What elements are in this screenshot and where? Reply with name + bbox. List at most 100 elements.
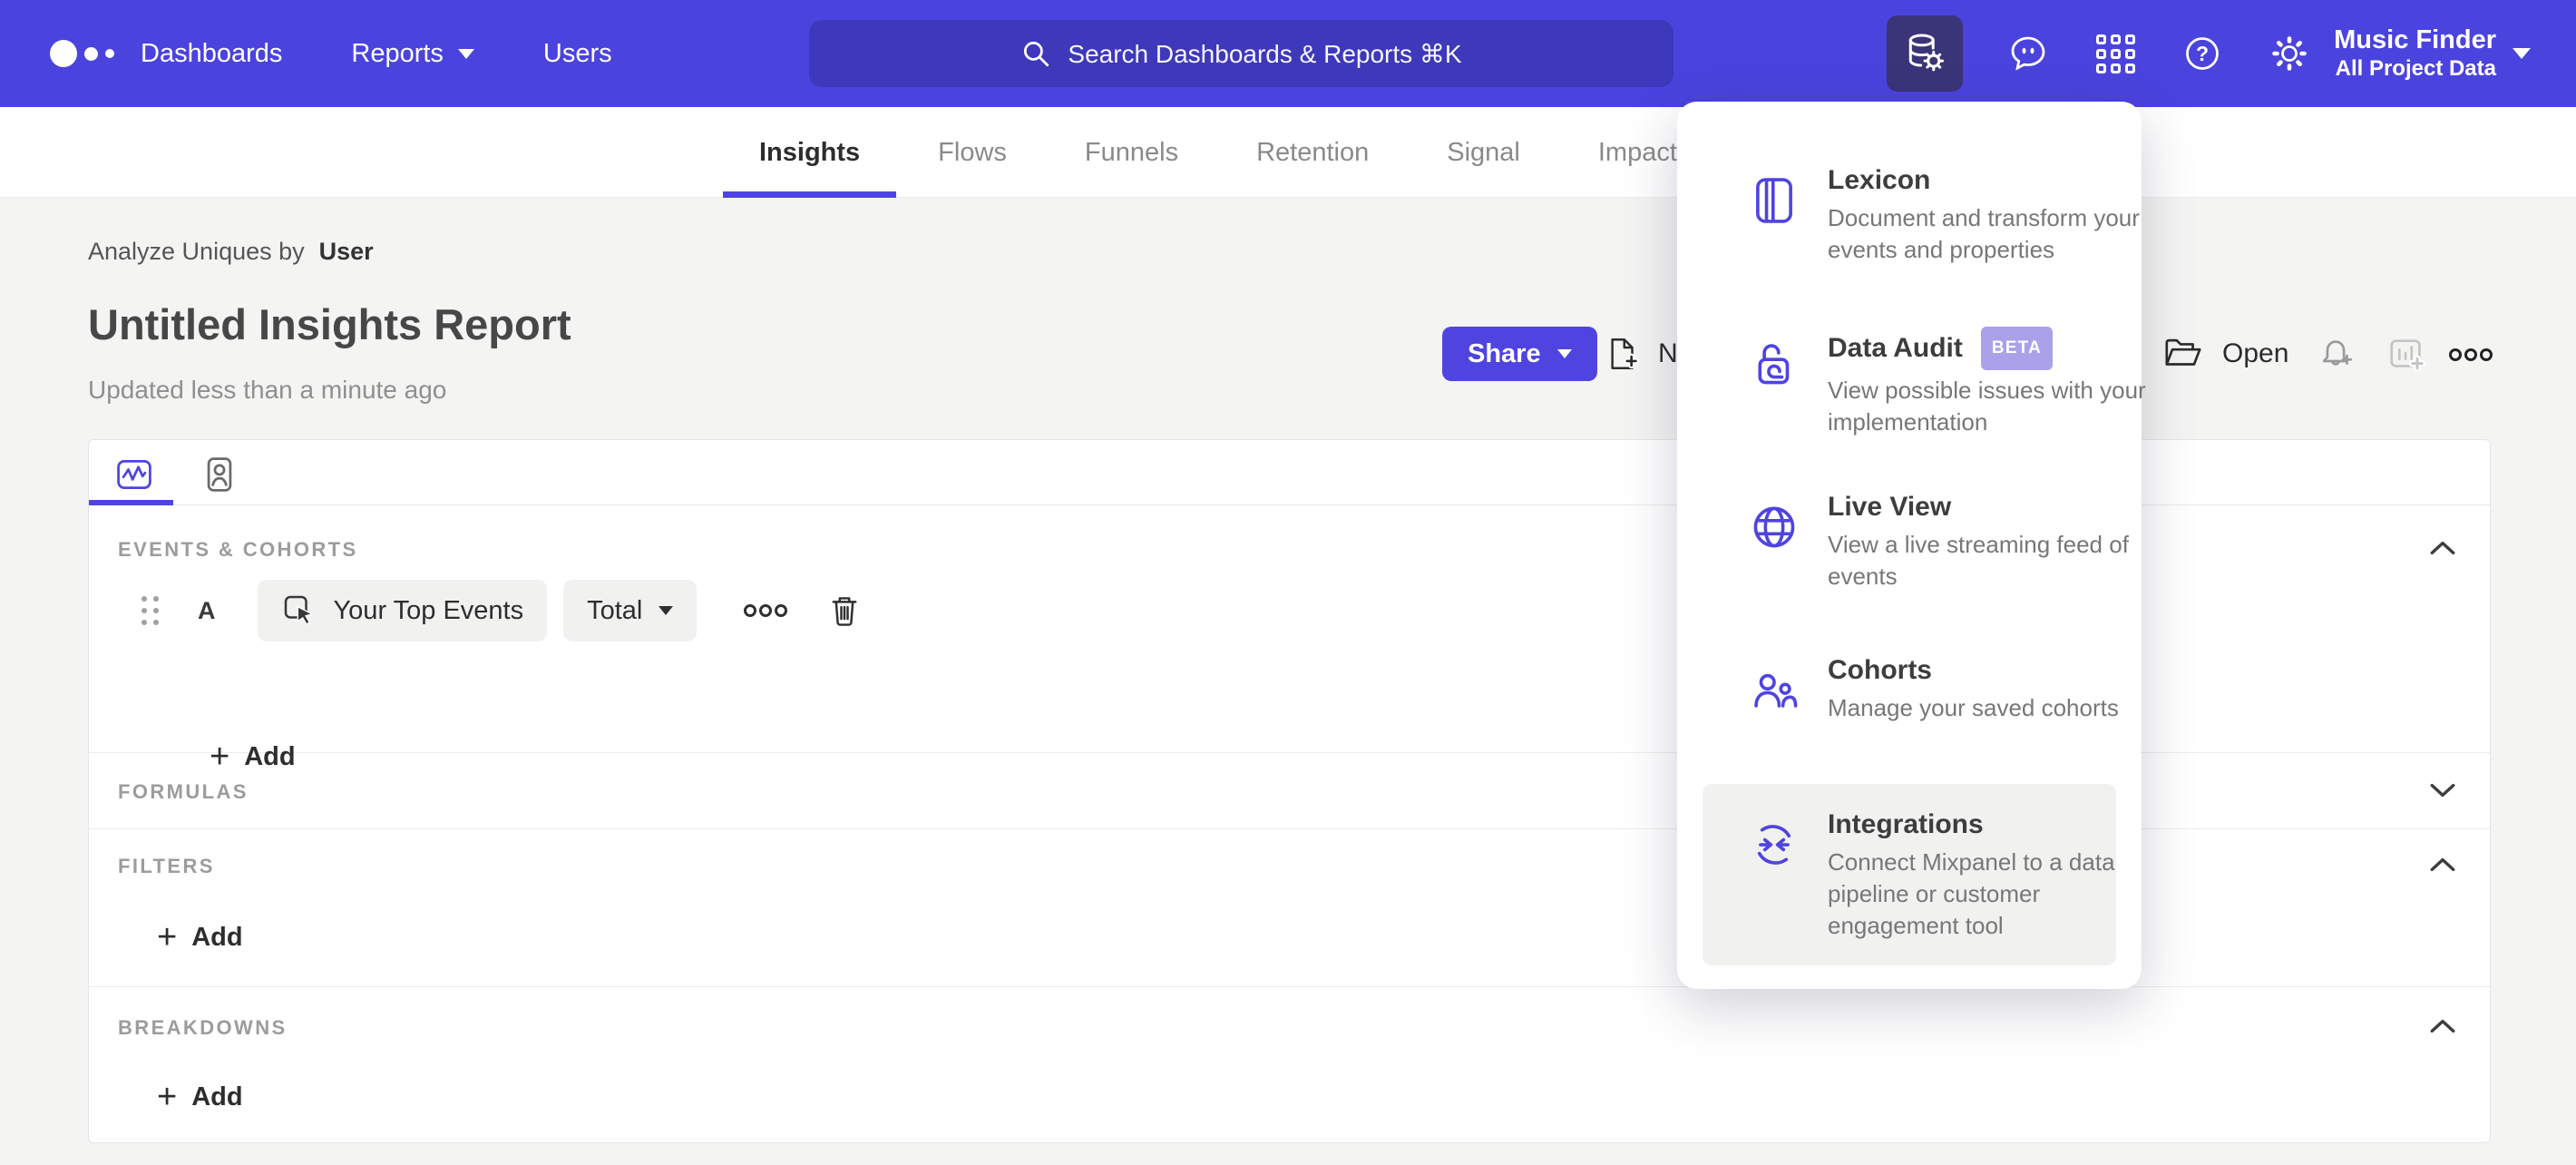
chevron-down-icon <box>2513 48 2531 59</box>
more-options-icon[interactable] <box>2449 348 2493 361</box>
share-button[interactable]: Share <box>1442 327 1597 381</box>
menu-item-cohorts[interactable]: Cohorts Manage your saved cohorts <box>1748 653 2147 724</box>
beta-badge: BETA <box>1980 327 2054 370</box>
menu-item-integrations[interactable]: Integrations Connect Mixpanel to a data … <box>1703 784 2116 965</box>
tab-events-metrics[interactable] <box>114 455 154 494</box>
event-row-letter: A <box>198 596 216 624</box>
plus-icon: + <box>157 918 178 956</box>
integrations-icon <box>1757 825 1791 865</box>
tab-signal[interactable]: Signal <box>1447 107 1520 198</box>
collapse-section-icon[interactable] <box>2428 538 2457 558</box>
more-dot <box>775 604 788 617</box>
report-title[interactable]: Untitled Insights Report <box>88 299 571 349</box>
section-label: EVENTS & COHORTS <box>118 538 358 561</box>
more-dot <box>759 604 773 617</box>
add-filter-button[interactable]: + Add <box>157 920 243 955</box>
menu-item-text: Data Audit BETA View possible issues wit… <box>1828 327 2147 438</box>
nav-link-label: Users <box>542 38 612 68</box>
project-names: Music Finder All Project Data <box>2334 24 2496 83</box>
logo-dot <box>105 49 114 58</box>
project-scope: All Project Data <box>2335 56 2496 81</box>
event-row: A Your Top Events Total <box>141 580 864 641</box>
tab-profiles[interactable] <box>200 455 239 494</box>
menu-item-data-audit[interactable]: Data Audit BETA View possible issues wit… <box>1748 327 2147 438</box>
nav-link-dashboards[interactable]: Dashboards <box>141 39 282 69</box>
mixpanel-logo[interactable] <box>50 0 114 107</box>
menu-item-live-view[interactable]: Live View View a live streaming feed of … <box>1748 490 2147 592</box>
menu-item-text: Lexicon Document and transform your even… <box>1828 163 2147 266</box>
svg-text:?: ? <box>2196 42 2209 65</box>
apps-grid-icon[interactable] <box>2093 32 2137 75</box>
analyze-label: Analyze Uniques by <box>88 238 305 265</box>
menu-item-content: Integrations Connect Mixpanel to a data … <box>1748 808 2136 942</box>
menu-item-desc: Manage your saved cohorts <box>1828 694 2119 721</box>
chevron-down-icon <box>1556 349 1572 358</box>
project-selector[interactable]: Music Finder All Project Data <box>2334 0 2531 107</box>
event-name: Your Top Events <box>333 595 524 625</box>
nav-link-reports[interactable]: Reports <box>351 39 474 69</box>
question-glyph: ? <box>2186 37 2219 70</box>
analyze-value[interactable]: User <box>319 238 374 266</box>
add-to-dashboard-icon[interactable] <box>2386 334 2427 376</box>
pulse-chart-icon <box>117 459 151 490</box>
tab-label: Impact <box>1597 137 1677 167</box>
gear-glyph <box>2272 36 2307 71</box>
open-label: Open <box>2222 338 2289 368</box>
menu-item-title: Live View <box>1828 492 1952 522</box>
search-input[interactable]: Search Dashboards & Reports ⌘K <box>809 20 1673 87</box>
tab-retention[interactable]: Retention <box>1256 107 1369 198</box>
data-management-icon[interactable] <box>1887 15 1963 92</box>
tab-insights[interactable]: Insights <box>722 107 897 198</box>
folder-open-icon <box>2165 338 2201 366</box>
menu-item-desc: Document and transform your events and p… <box>1828 204 2140 263</box>
settings-gear-icon[interactable] <box>2268 32 2311 75</box>
more-dot <box>744 604 757 617</box>
tab-label: Retention <box>1256 137 1370 167</box>
menu-item-desc: View a live streaming feed of events <box>1828 531 2129 590</box>
nav-link-users[interactable]: Users <box>543 39 612 69</box>
event-more-options-icon[interactable] <box>744 604 788 617</box>
person-card-icon <box>207 457 232 492</box>
globe-icon <box>1753 506 1795 548</box>
drag-handle-icon[interactable] <box>141 596 159 625</box>
menu-item-text: Integrations Connect Mixpanel to a data … <box>1828 808 2136 942</box>
nav-link-label: Dashboards <box>141 38 283 68</box>
logo-dot <box>50 40 77 67</box>
tab-flows[interactable]: Flows <box>938 107 1007 198</box>
open-button[interactable]: Open <box>2162 327 2288 381</box>
expand-section-icon[interactable] <box>2428 780 2457 800</box>
menu-item-title: Lexicon <box>1828 165 1931 195</box>
nav-link-label: Reports <box>351 38 444 68</box>
nav-icon-cluster: ? <box>1887 0 2311 107</box>
create-alert-bell-icon[interactable] <box>2315 334 2356 376</box>
tab-label: Signal <box>1447 137 1520 167</box>
tab-funnels[interactable]: Funnels <box>1085 107 1178 198</box>
event-selector[interactable]: Your Top Events <box>257 580 548 641</box>
metric-dropdown[interactable]: Total <box>563 580 698 641</box>
menu-item-text: Live View View a live streaming feed of … <box>1828 490 2147 592</box>
updated-timestamp: Updated less than a minute ago <box>88 376 447 404</box>
cohorts-icon <box>1754 673 1798 708</box>
collapse-section-icon[interactable] <box>2428 1016 2457 1036</box>
tab-label: Funnels <box>1084 137 1179 167</box>
add-breakdown-button[interactable]: + Add <box>157 1080 243 1114</box>
feedback-bubble-glyph <box>2011 36 2045 71</box>
lock-icon <box>1758 344 1790 385</box>
menu-item-title: Integrations <box>1828 809 1984 839</box>
menu-item-lexicon[interactable]: Lexicon Document and transform your even… <box>1748 163 2147 266</box>
help-icon[interactable]: ? <box>2181 32 2224 75</box>
search-placeholder: Search Dashboards & Reports ⌘K <box>1068 39 1462 68</box>
add-label: Add <box>191 1082 243 1111</box>
metric-value: Total <box>587 595 643 625</box>
menu-item-title: Data Audit <box>1828 333 1963 363</box>
tab-impact[interactable]: Impact <box>1598 107 1677 198</box>
section-label: FILTERS <box>118 855 215 877</box>
report-tabs: Insights Flows Funnels Retention Signal … <box>722 107 1677 198</box>
tab-label: Flows <box>938 137 1007 167</box>
delete-event-icon[interactable] <box>825 592 864 630</box>
feedback-icon[interactable] <box>2006 32 2050 75</box>
collapse-section-icon[interactable] <box>2428 855 2457 875</box>
section-label: BREAKDOWNS <box>118 1016 288 1039</box>
report-tab-bar: Insights Flows Funnels Retention Signal … <box>0 107 2576 198</box>
click-event-icon <box>284 595 314 625</box>
